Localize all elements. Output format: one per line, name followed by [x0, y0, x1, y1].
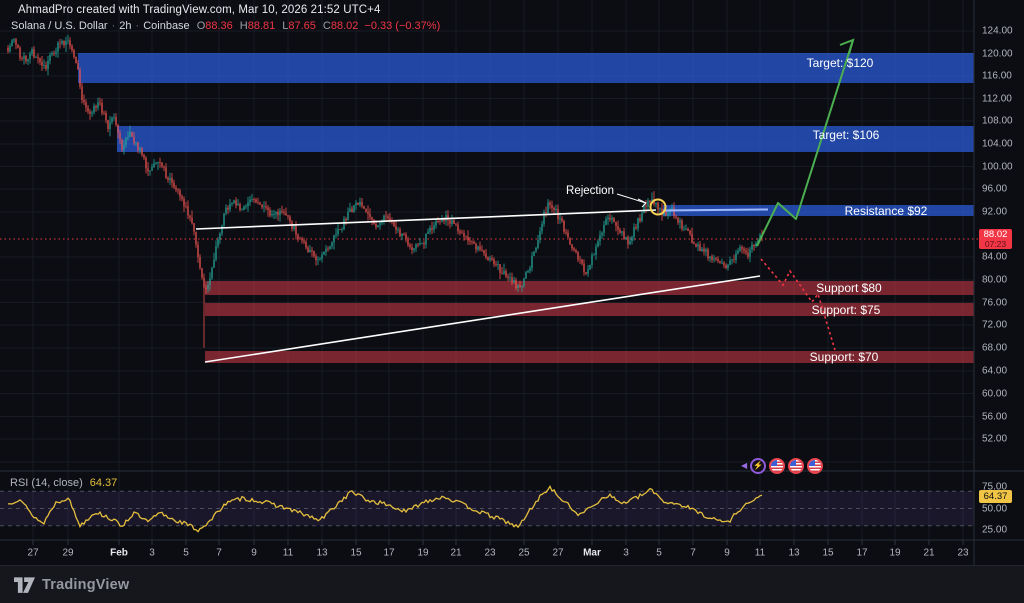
time-tick-label: 19 — [417, 548, 428, 559]
rejection-label[interactable]: Rejection — [566, 185, 614, 197]
price-tick-label: 112.00 — [982, 93, 1012, 104]
time-tick-label: 25 — [518, 548, 529, 559]
price-tick-label: 116.00 — [982, 71, 1012, 82]
time-tick-label: 23 — [484, 548, 495, 559]
chart-canvas[interactable] — [0, 0, 1024, 603]
time-tick-label: 23 — [957, 548, 968, 559]
separator-dot: · — [136, 20, 140, 32]
rsi-legend: RSI (14, close) 64.37 — [10, 477, 117, 489]
time-tick-label: 7 — [690, 548, 696, 559]
time-tick-label: 21 — [923, 548, 934, 559]
open-key: O — [197, 20, 206, 32]
price-tick-label: 60.00 — [982, 388, 1007, 399]
time-tick-label: 7 — [216, 548, 222, 559]
credit-text: AhmadPro created with TradingView.com, M… — [18, 4, 380, 16]
rsi-tick-label: 75.00 — [982, 482, 1007, 493]
rsi-tick-label: 50.00 — [982, 504, 1007, 515]
time-tick-label: 27 — [27, 548, 38, 559]
rsi-indicator-title[interactable]: RSI (14, close) — [10, 477, 83, 489]
time-tick-label: 3 — [149, 548, 155, 559]
event-markers: ◀ ⚡ — [741, 458, 823, 474]
low-value: 87.65 — [288, 20, 316, 32]
time-tick-label: 17 — [856, 548, 867, 559]
time-tick-label: 9 — [251, 548, 257, 559]
target-120-label[interactable]: Target: $120 — [807, 56, 874, 70]
support-75-label[interactable]: Support: $75 — [812, 303, 881, 317]
time-tick-label: 9 — [724, 548, 730, 559]
time-tick-label: 19 — [889, 548, 900, 559]
rsi-current-value: 64.37 — [90, 477, 118, 489]
bar-countdown: 07:23 — [979, 240, 1012, 250]
tradingview-brand[interactable]: TradingView — [14, 577, 129, 594]
change-value: −0.33 (−0.37%) — [364, 20, 440, 32]
us-flag-icon[interactable] — [807, 458, 823, 474]
price-tick-label: 92.00 — [982, 207, 1007, 218]
symbol-legend: Solana / U.S. Dollar·2h·CoinbaseO88.36H8… — [11, 20, 440, 32]
price-tick-label: 120.00 — [982, 48, 1013, 59]
time-tick-label: 21 — [450, 548, 461, 559]
event-icon-row: ⚡ — [750, 458, 823, 474]
time-tick-label: 17 — [383, 548, 394, 559]
us-flag-icon[interactable] — [769, 458, 785, 474]
current-price-badge: 88.02 07:23 — [979, 229, 1012, 249]
time-tick-label: 11 — [283, 548, 293, 559]
rsi-tick-label: 25.00 — [982, 525, 1007, 536]
price-tick-label: 80.00 — [982, 275, 1007, 286]
price-tick-label: 72.00 — [982, 320, 1007, 331]
interval-label[interactable]: 2h — [119, 20, 131, 32]
resistance-92-label[interactable]: Resistance $92 — [845, 204, 928, 218]
time-tick-label: 11 — [755, 548, 765, 559]
time-tick-label: 5 — [656, 548, 662, 559]
open-value: 88.36 — [205, 20, 233, 32]
exchange-label: Coinbase — [143, 20, 189, 32]
us-flag-icon[interactable] — [788, 458, 804, 474]
time-tick-label: 3 — [623, 548, 629, 559]
time-tick-label: 15 — [350, 548, 361, 559]
target-106-label[interactable]: Target: $106 — [813, 128, 880, 142]
high-key: H — [240, 20, 248, 32]
high-value: 88.81 — [248, 20, 276, 32]
price-tick-label: 64.00 — [982, 366, 1007, 377]
symbol-name[interactable]: Solana / U.S. Dollar — [11, 20, 108, 32]
close-key: C — [323, 20, 331, 32]
time-tick-label: 15 — [822, 548, 833, 559]
time-tick-label: 5 — [183, 548, 189, 559]
time-tick-label: Mar — [583, 548, 601, 559]
price-tick-label: 108.00 — [982, 116, 1013, 127]
price-tick-label: 52.00 — [982, 434, 1007, 445]
brand-name: TradingView — [42, 577, 129, 593]
price-tick-label: 96.00 — [982, 184, 1007, 195]
time-tick-label: 27 — [552, 548, 563, 559]
bottom-toolbar: TradingView — [0, 565, 1024, 603]
price-tick-label: 56.00 — [982, 411, 1007, 422]
price-tick-label: 76.00 — [982, 297, 1007, 308]
tradingview-logo-icon — [14, 577, 35, 594]
price-tick-label: 100.00 — [982, 161, 1013, 172]
lightning-icon[interactable]: ⚡ — [750, 458, 766, 474]
time-tick-label: Feb — [110, 548, 128, 559]
price-tick-label: 104.00 — [982, 139, 1013, 150]
close-value: 88.02 — [331, 20, 359, 32]
event-pointer-icon: ◀ — [741, 462, 747, 470]
price-tick-label: 68.00 — [982, 343, 1007, 354]
separator-dot: · — [112, 20, 116, 32]
support-70-label[interactable]: Support: $70 — [810, 350, 879, 364]
price-tick-label: 124.00 — [982, 26, 1013, 37]
support-80-label[interactable]: Support $80 — [816, 281, 881, 295]
price-tick-label: 84.00 — [982, 252, 1007, 263]
tradingview-published-chart: AhmadPro created with TradingView.com, M… — [0, 0, 1024, 603]
time-tick-label: 13 — [788, 548, 799, 559]
time-tick-label: 13 — [316, 548, 327, 559]
time-tick-label: 29 — [62, 548, 73, 559]
